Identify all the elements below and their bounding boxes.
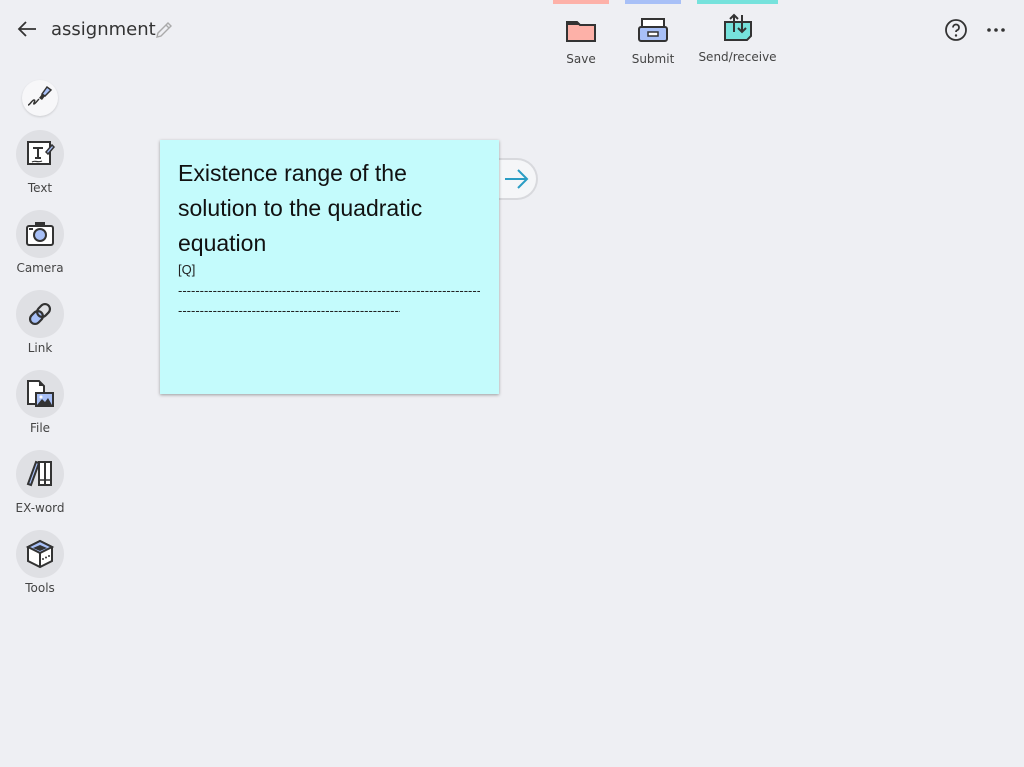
drawer-icon (636, 14, 670, 46)
arrow-left-icon (17, 21, 36, 37)
card-title: Existence range of the solution to the q… (178, 160, 423, 256)
send-receive-label: Send/receive (698, 50, 777, 64)
sidebar-item-label: Text (27, 181, 53, 195)
toolbox-icon (25, 539, 55, 569)
sidebar-item-ex-word[interactable]: EX-word (0, 450, 80, 515)
ellipsis-icon (987, 28, 1005, 32)
back-button[interactable] (16, 17, 40, 41)
send-receive-icon (721, 12, 755, 44)
save-accent-bar (553, 0, 609, 4)
sidebar-item-label: Camera (16, 261, 64, 275)
submit-label: Submit (631, 52, 675, 66)
sidebar-item-file[interactable]: File (0, 370, 80, 435)
assignment-card[interactable]: Existence range of the solution to the q… (160, 140, 499, 394)
submit-accent-bar (625, 0, 681, 4)
more-options-button[interactable] (984, 18, 1008, 42)
save-label: Save (566, 52, 596, 66)
text-icon (27, 141, 56, 165)
pencil-icon (156, 22, 172, 38)
books-icon (26, 460, 52, 487)
question-circle-icon (945, 19, 967, 41)
sidebar-item-text[interactable]: Text (0, 130, 80, 195)
question-label: [Q] (178, 262, 196, 277)
sidebar-item-label: EX-word (15, 501, 65, 515)
sidebar-item-label: File (29, 421, 51, 435)
sidebar-item-label: Tools (25, 581, 55, 595)
pen-icon (27, 85, 53, 106)
send-receive-button[interactable]: Send/receive (697, 0, 778, 64)
sidebar-item-link[interactable]: Link (0, 290, 80, 355)
submit-button[interactable]: Submit (625, 0, 681, 66)
sidebar-item-camera[interactable]: Camera (0, 210, 80, 275)
file-image-icon (27, 380, 54, 407)
page-title: assignment (51, 19, 156, 40)
folder-icon (564, 14, 598, 46)
edit-title-button[interactable] (154, 20, 174, 40)
sidebar-item-tools[interactable]: Tools (0, 530, 80, 595)
sidebar-item-label: Link (27, 341, 53, 355)
pen-tool-button[interactable] (22, 80, 58, 116)
send-receive-accent-bar (697, 0, 778, 4)
help-button[interactable] (944, 18, 968, 42)
answer-dash-line: ----------------------------------------… (178, 303, 400, 318)
save-button[interactable]: Save (553, 0, 609, 66)
camera-icon (26, 222, 54, 246)
link-icon (28, 302, 52, 326)
answer-dash-line: ----------------------------------------… (178, 283, 480, 298)
arrow-right-icon (505, 169, 529, 189)
